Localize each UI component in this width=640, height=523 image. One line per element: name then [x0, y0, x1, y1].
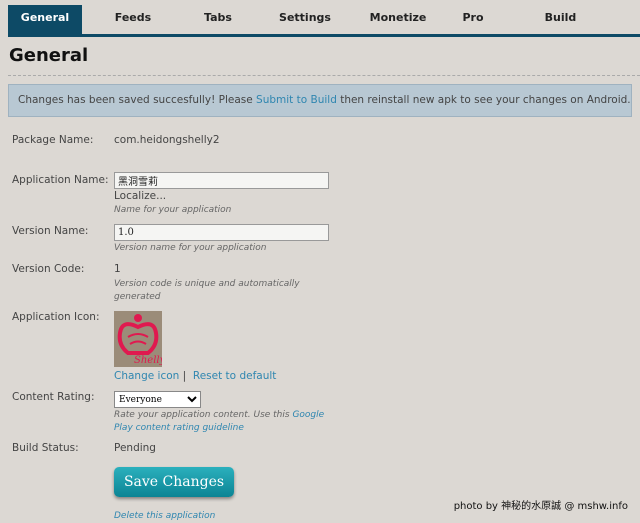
tab-pro[interactable]: Pro — [453, 5, 493, 34]
reset-icon-link[interactable]: Reset to default — [193, 370, 277, 382]
divider — [8, 75, 640, 76]
icon-actions: Change icon | Reset to default — [114, 370, 276, 382]
rating-guideline-link-2[interactable]: Play content rating guideline — [114, 423, 244, 433]
version-code-value: 1 — [114, 263, 121, 275]
hint-line-2: generated — [114, 291, 161, 302]
app-name-input[interactable] — [114, 172, 329, 189]
tab-monetize[interactable]: Monetize — [358, 5, 438, 34]
package-name-value: com.heidongshelly2 — [114, 134, 220, 146]
tab-tabs[interactable]: Tabs — [188, 5, 248, 34]
change-icon-link[interactable]: Change icon — [114, 370, 179, 382]
version-code-label: Version Code: — [12, 263, 85, 275]
app-icon-image: Shelly — [114, 311, 166, 367]
build-status-value: Pending — [114, 442, 156, 454]
hint-line-1: Version code is unique and automatically — [114, 279, 300, 289]
app-name-hint: Name for your application — [114, 205, 232, 215]
package-name-label: Package Name: — [12, 134, 94, 146]
build-status-label: Build Status: — [12, 442, 79, 454]
delete-application-link[interactable]: Delete this application — [114, 510, 215, 523]
crown-icon: Shelly — [117, 314, 166, 366]
save-changes-button[interactable]: Save Changes — [114, 467, 234, 497]
version-name-input[interactable] — [114, 224, 329, 241]
tab-settings[interactable]: Settings — [270, 5, 340, 34]
success-alert: Changes has been saved succesfully! Plea… — [8, 84, 632, 117]
separator: | — [182, 370, 187, 382]
alert-text-end: then reinstall new apk to see your chang… — [336, 94, 631, 106]
hint-text: Rate your application content. Use this — [114, 410, 293, 420]
content-rating-select[interactable]: Everyone — [114, 391, 201, 408]
tab-bar: General Feeds Tabs Settings Monetize Pro… — [8, 5, 640, 37]
app-icon-label: Application Icon: — [12, 311, 100, 323]
tab-feeds[interactable]: Feeds — [98, 5, 168, 34]
version-name-label: Version Name: — [12, 225, 89, 237]
page-title: General — [9, 45, 89, 66]
rating-guideline-link[interactable]: Google — [292, 410, 324, 420]
watermark: photo by 神秘的水原誠 @ mshw.info — [453, 501, 628, 512]
tab-general[interactable]: General — [8, 5, 82, 34]
localize-link[interactable]: Localize... — [114, 190, 166, 202]
tab-build[interactable]: Build — [533, 5, 588, 34]
svg-text:Shelly: Shelly — [134, 355, 162, 366]
content-rating-label: Content Rating: — [12, 391, 95, 403]
alert-text: Changes has been saved succesfully! Plea… — [18, 94, 257, 106]
version-name-hint: Version name for your application — [114, 243, 267, 253]
app-name-label: Application Name: — [12, 174, 109, 186]
submit-to-build-link[interactable]: Submit to Build — [256, 94, 337, 106]
version-code-hint: Version code is unique and automatically… — [114, 278, 300, 303]
content-rating-hint: Rate your application content. Use this … — [114, 409, 324, 434]
